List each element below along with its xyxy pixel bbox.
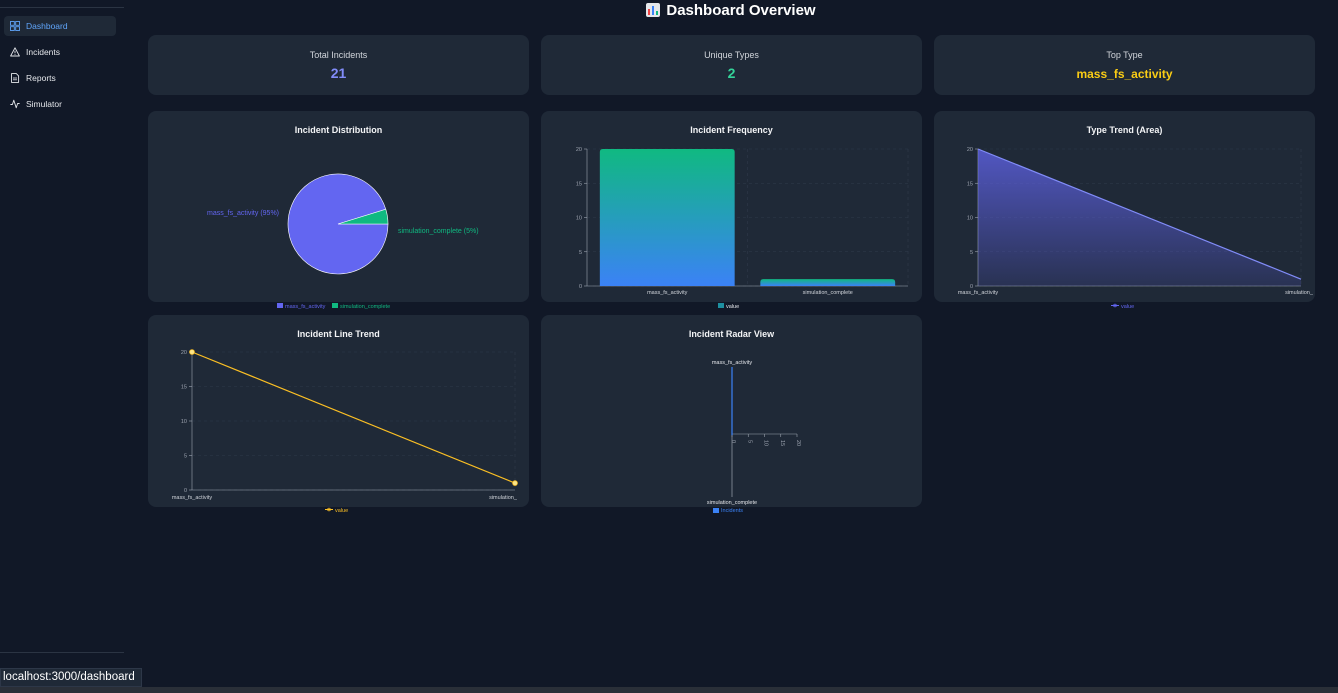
series-line [191, 351, 516, 484]
y-tick-label: 15 [967, 181, 973, 187]
chart-card-type-trend-area: Type Trend (Area) 0 5 10 15 20 mass_fs_activi… [934, 111, 1315, 310]
x-tick-label: simulation_ [489, 495, 518, 501]
radar-tick-label: 20 [795, 440, 801, 446]
radar-tick-label: 10 [763, 440, 769, 446]
y-tick-label: 10 [576, 216, 582, 222]
line-chart: 0 5 10 15 20 mass_fs_activity simulation_value [172, 349, 518, 514]
chart-card-incident-distribution: Incident Distribution mass_fs_activity (… [148, 111, 529, 310]
stat-value: mass_fs_activity [1076, 67, 1173, 81]
area-chart: 05101520mass_fs_activity simulation_value [958, 147, 1314, 310]
sidebar-item-simulator[interactable]: Simulator [4, 94, 116, 114]
y-tick-label: 20 [967, 147, 973, 153]
stat-value: 2 [727, 65, 736, 81]
y-tick-label: 20 [181, 350, 187, 356]
page-title-text: Dashboard Overview [666, 2, 816, 19]
y-tick-label: 20 [576, 147, 582, 153]
pie-slice-label: mass_fs_activity (95%) [207, 210, 279, 217]
stat-label: Unique Types [704, 50, 759, 60]
x-tick-label: mass_fs_activity [958, 290, 999, 296]
radar-tick-label: 15 [779, 440, 785, 446]
radar-category-label: mass_fs_activity [712, 360, 753, 366]
legend-label: simulation_complete [340, 304, 390, 310]
legend-swatch [332, 303, 338, 308]
legend-label: mass_fs_activity [285, 304, 326, 310]
y-tick-label: 0 [184, 488, 187, 494]
bar-chart-icon [646, 3, 661, 17]
y-tick-label: 15 [181, 385, 187, 391]
radar-tick-label: 5 [746, 440, 752, 443]
legend-swatch [277, 303, 283, 308]
radar-category-label: simulation_complete [707, 500, 757, 506]
y-tick-label: 5 [184, 454, 187, 460]
bar [599, 149, 735, 286]
data-point [512, 480, 518, 486]
y-tick-label: 5 [579, 250, 582, 256]
legend-swatch [718, 303, 724, 308]
page-title: Dashboard Overview [0, 2, 1338, 19]
radar-chart: 0 5 10 15 20 mass_fs_activity simulation_compl… [707, 360, 801, 514]
sidebar-item-label: Incidents [26, 47, 61, 57]
x-tick-label: mass_fs_activity [647, 290, 688, 296]
sidebar: Dashboard Incidents Reports Simulator [0, 0, 124, 693]
x-tick-label: simulation_ [1285, 290, 1314, 296]
sidebar-item-label: Reports [26, 73, 56, 83]
pie-chart: mass_fs_activity (95%) simulation_complet… [207, 173, 479, 310]
legend-label: value [726, 304, 739, 310]
legend-swatch [713, 508, 719, 513]
chart-card-incident-frequency: Incident Frequency 0 5 10 15 20 mass_fs_activ… [541, 111, 922, 310]
legend-label: value [1121, 304, 1134, 310]
legend-label: value [335, 508, 348, 514]
radar-tick-label: 0 [730, 440, 736, 443]
bar-chart: 0 5 10 15 20 mass_fs_activity simulation_compl… [576, 147, 909, 310]
y-tick-label: 10 [181, 419, 187, 425]
status-bar-url: localhost:3000/dashboard [0, 668, 142, 687]
y-tick-label: 15 [576, 181, 582, 187]
stat-label: Total Incidents [309, 50, 368, 60]
alert-triangle-icon [10, 47, 20, 57]
sidebar-item-label: Simulator [26, 99, 62, 109]
stat-label: Top Type [1106, 50, 1143, 60]
sidebar-item-label: Dashboard [26, 21, 68, 31]
data-point [189, 349, 195, 355]
stat-card-unique-types: Unique Types 2 [541, 35, 922, 95]
file-text-icon [10, 73, 20, 83]
sidebar-bottom-divider [0, 652, 124, 653]
stat-card-total-incidents: Total Incidents 21 [148, 35, 529, 95]
x-tick-label: mass_fs_activity [172, 495, 213, 501]
layout-grid-icon [10, 21, 20, 31]
stat-card-top-type: Top Type mass_fs_activity [934, 35, 1315, 95]
sidebar-item-reports[interactable]: Reports [4, 68, 116, 88]
chart-card-incident-line-trend: Incident Line Trend 0 5 10 15 20 mass_fs_acti… [148, 315, 529, 514]
bar [760, 279, 896, 286]
y-tick-label: 5 [970, 250, 973, 256]
y-tick-label: 0 [579, 284, 582, 290]
sidebar-item-incidents[interactable]: Incidents [4, 42, 116, 62]
bottom-strip [0, 687, 1338, 693]
y-tick-label: 10 [967, 216, 973, 222]
sidebar-item-dashboard[interactable]: Dashboard [4, 16, 116, 36]
stat-value: 21 [330, 65, 347, 81]
activity-icon [10, 99, 20, 109]
sidebar-nav: Dashboard Incidents Reports Simulator [4, 16, 116, 120]
chart-card-incident-radar: Incident Radar View 0 5 10 15 20 mass_fs_acti… [541, 315, 922, 514]
x-tick-label: simulation_complete [803, 290, 853, 296]
legend-label: Incidents [721, 508, 743, 514]
area-fill [978, 149, 1301, 286]
pie-slice-label: simulation_complete (5%) [398, 228, 479, 235]
